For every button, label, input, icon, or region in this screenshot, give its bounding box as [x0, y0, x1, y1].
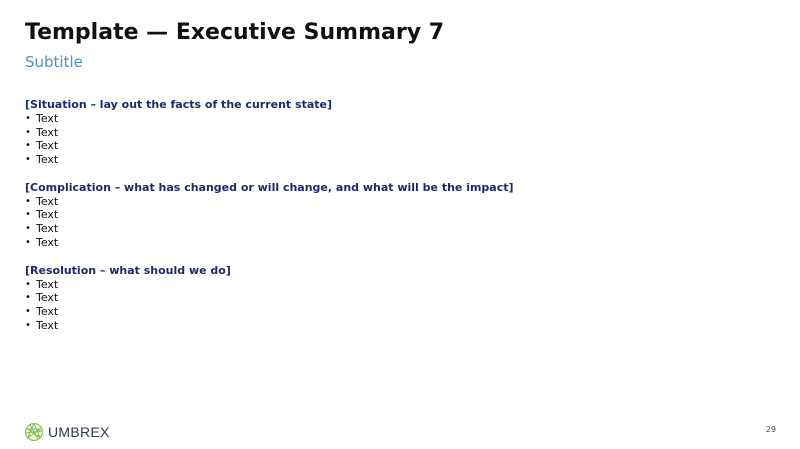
bullet-text: Text — [36, 291, 59, 305]
bullet-text: Text — [36, 125, 59, 139]
bullet-item: • Text — [25, 112, 765, 126]
section-resolution: [Resolution – what should we do] • Text •… — [25, 264, 765, 332]
bullet-text: Text — [36, 152, 59, 166]
bullet-dot: • — [25, 319, 31, 331]
section-heading: [Complication – what has changed or will… — [25, 180, 514, 194]
slide-body: [Situation – lay out the facts of the cu… — [25, 98, 765, 347]
bullet-text: Text — [36, 139, 59, 153]
bullet-text: Text — [36, 112, 59, 125]
bullet-text: Text — [36, 235, 59, 249]
bullet-dot: • — [25, 209, 31, 221]
bullet-list: • Text • Text • Text • Text — [25, 112, 765, 166]
logo-wordmark: UMBREX — [48, 424, 110, 440]
slide-subtitle: Subtitle — [25, 53, 83, 71]
bullet-dot: • — [25, 140, 31, 152]
section-heading: [Resolution – what should we do] — [25, 263, 231, 277]
bullet-list: • Text • Text • Text • Text — [25, 195, 765, 249]
bullet-dot: • — [25, 305, 31, 317]
bullet-item: • Text — [25, 195, 765, 209]
bullet-item: • Text — [25, 126, 765, 140]
bullet-dot: • — [25, 278, 31, 290]
section-heading: [Situation – lay out the facts of the cu… — [25, 98, 332, 111]
umbrex-logo: UMBREX — [24, 421, 110, 443]
bullet-dot: • — [25, 223, 31, 235]
bullet-item: • Text — [25, 153, 765, 167]
bullet-text: Text — [36, 277, 59, 291]
bullet-dot: • — [25, 113, 31, 124]
bullet-dot: • — [25, 292, 31, 304]
bullet-text: Text — [36, 304, 59, 318]
slide: Template — Executive Summary 7 Subtitle … — [0, 0, 800, 449]
bullet-text: Text — [36, 194, 59, 208]
bullet-item: • Text — [25, 291, 765, 305]
slide-title: Template — Executive Summary 7 — [25, 20, 444, 45]
umbrex-globe-icon — [24, 422, 44, 442]
bullet-text: Text — [36, 318, 59, 332]
bullet-item: • Text — [25, 208, 765, 222]
bullet-list: • Text • Text • Text • Text — [25, 278, 765, 332]
bullet-dot: • — [25, 126, 31, 138]
bullet-text: Text — [36, 222, 59, 236]
bullet-item: • Text — [25, 319, 765, 333]
bullet-item: • Text — [25, 305, 765, 319]
section-complication: [Complication – what has changed or will… — [25, 181, 765, 249]
bullet-dot: • — [25, 195, 31, 207]
bullet-text: Text — [36, 208, 59, 222]
bullet-item: • Text — [25, 236, 765, 250]
bullet-dot: • — [25, 153, 31, 165]
bullet-item: • Text — [25, 222, 765, 236]
page-number: 29 — [765, 425, 776, 434]
section-situation: [Situation – lay out the facts of the cu… — [25, 98, 765, 166]
bullet-item: • Text — [25, 139, 765, 153]
bullet-dot: • — [25, 236, 31, 248]
bullet-item: • Text — [25, 278, 765, 292]
